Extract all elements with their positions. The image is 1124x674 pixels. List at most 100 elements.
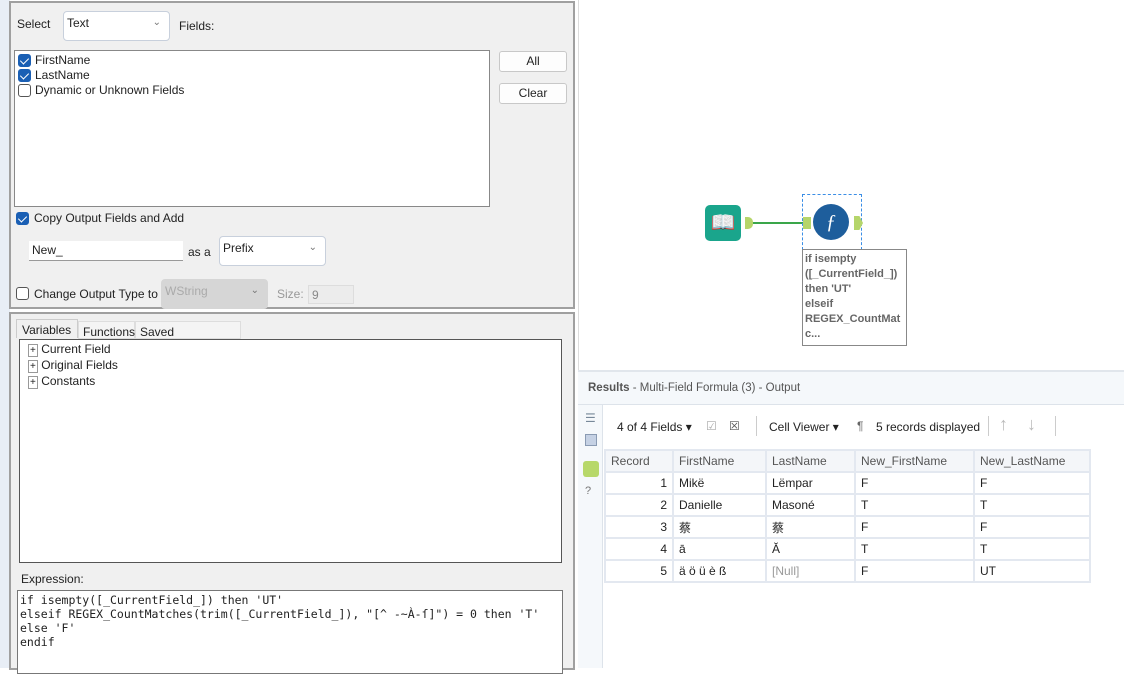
table-cell[interactable]: T	[854, 493, 975, 517]
output-type-value: WString	[165, 284, 208, 298]
table-cell[interactable]: T	[973, 493, 1091, 517]
table-cell[interactable]: UT	[973, 559, 1091, 583]
field-label: FirstName	[35, 53, 91, 67]
clear-button[interactable]: Clear	[499, 83, 567, 104]
cell-viewer-dropdown[interactable]: Cell Viewer ▾	[769, 420, 839, 434]
metadata-icon[interactable]	[585, 434, 597, 446]
fields-selector-label: 4 of 4 Fields	[617, 420, 683, 434]
column-header-firstname[interactable]: FirstName	[672, 449, 767, 473]
table-row[interactable]: 1 Mikë Lëmpar F F	[604, 471, 1091, 495]
expression-panel: Variables Functions Saved Expressions + …	[9, 312, 575, 674]
tree-label: Original Fields	[41, 358, 118, 372]
table-cell[interactable]: ā	[672, 537, 767, 561]
expand-icon[interactable]: +	[28, 360, 38, 373]
tree-item-original-fields[interactable]: + Original Fields	[28, 358, 118, 373]
all-button[interactable]: All	[499, 51, 567, 72]
table-row[interactable]: 5ä ö ü è ß [Null] F UT	[604, 559, 1091, 583]
table-cell[interactable]: 3	[604, 515, 674, 539]
table-cell[interactable]: 5	[604, 559, 674, 583]
column-header-new-firstname[interactable]: New_FirstName	[854, 449, 975, 473]
table-cell[interactable]: [Null]	[765, 559, 856, 583]
table-cell[interactable]: T	[854, 537, 975, 561]
expand-icon[interactable]: +	[28, 344, 38, 357]
divider	[988, 416, 989, 436]
chevron-down-icon: ⌄	[250, 285, 259, 296]
select-value: Text	[67, 16, 90, 30]
checkbox[interactable]	[18, 54, 31, 67]
table-cell[interactable]: 蔡	[765, 515, 856, 539]
table-cell[interactable]: Masoné	[765, 493, 856, 517]
fields-label: Fields:	[179, 19, 215, 33]
table-cell[interactable]: F	[854, 559, 975, 583]
prefix-type-value: Prefix	[223, 241, 254, 255]
input-data-tool-book-icon[interactable]: 📖	[705, 205, 741, 241]
tree-label: Constants	[41, 374, 96, 388]
list-icon[interactable]: ☰	[585, 411, 596, 425]
checkbox[interactable]	[18, 69, 31, 82]
tree-item-constants[interactable]: + Constants	[28, 374, 96, 389]
table-cell[interactable]: Ă	[765, 537, 856, 561]
expression-editor[interactable]: if isempty([_CurrentField_]) then 'UT' e…	[17, 590, 563, 674]
table-cell[interactable]: 4	[604, 537, 674, 561]
multi-field-formula-tool-icon[interactable]: ƒ	[813, 204, 849, 240]
table-cell[interactable]: Lëmpar	[765, 471, 856, 495]
variables-tree: + Current Field + Original Fields + Cons…	[19, 339, 562, 563]
field-label: LastName	[35, 68, 90, 82]
table-row[interactable]: 4āĂTT	[604, 537, 1091, 561]
table-cell[interactable]: F	[973, 471, 1091, 495]
pilcrow-icon[interactable]: ¶	[857, 419, 863, 433]
copy-output-label: Copy Output Fields and Add	[34, 211, 185, 225]
results-header: Results - Multi-Field Formula (3) - Outp…	[578, 370, 1124, 405]
tree-item-current-field[interactable]: + Current Field	[28, 342, 111, 357]
checkbox[interactable]	[18, 84, 31, 97]
change-type-label: Change Output Type to	[34, 287, 158, 301]
output-anchor[interactable]	[745, 217, 753, 229]
table-cell[interactable]: 1	[604, 471, 674, 495]
table-cell[interactable]: F	[854, 471, 975, 495]
select-label: Select	[17, 17, 51, 31]
arrow-up-icon[interactable]: ↑	[999, 414, 1008, 435]
table-cell[interactable]: F	[854, 515, 975, 539]
divider	[756, 416, 757, 436]
table-row[interactable]: 3蔡蔡FF	[604, 515, 1091, 539]
arrow-down-icon[interactable]: ↓	[1027, 414, 1036, 435]
tab-variables[interactable]: Variables	[16, 319, 78, 338]
workflow-canvas[interactable]: 📖 ƒ if isempty ([_CurrentField_]) then '…	[578, 0, 1124, 370]
select-type-dropdown[interactable]: Text ⌄	[63, 11, 170, 41]
table-cell[interactable]: 蔡	[672, 515, 767, 539]
table-cell[interactable]: F	[973, 515, 1091, 539]
output-type-dropdown[interactable]: WString ⌄	[161, 279, 268, 309]
column-header-record[interactable]: Record	[604, 449, 674, 473]
column-header-lastname[interactable]: LastName	[765, 449, 856, 473]
connection-line	[753, 222, 803, 224]
expand-icon[interactable]: +	[28, 376, 38, 389]
cell-viewer-label: Cell Viewer	[769, 420, 830, 434]
table-row[interactable]: 2 Danielle Masoné T T	[604, 493, 1091, 517]
field-label: Dynamic or Unknown Fields	[35, 83, 185, 97]
config-panel: Select Text ⌄ Fields: FirstName LastName …	[9, 1, 575, 309]
copy-output-checkbox[interactable]	[16, 212, 29, 225]
change-type-checkbox[interactable]	[16, 287, 29, 300]
column-header-new-lastname[interactable]: New_LastName	[973, 449, 1091, 473]
expression-label: Expression:	[21, 572, 84, 586]
prefix-input[interactable]: New_	[29, 241, 183, 261]
tree-label: Current Field	[41, 342, 111, 356]
table-cell[interactable]: 2	[604, 493, 674, 517]
table-cell[interactable]: Mikë	[672, 471, 767, 495]
tab-saved-expressions[interactable]: Saved Expressions	[135, 321, 241, 353]
table-cell[interactable]: Danielle	[672, 493, 767, 517]
fields-list[interactable]: FirstName LastName Dynamic or Unknown Fi…	[14, 50, 490, 207]
check-all-icon[interactable]: ☑	[706, 419, 717, 433]
input-anchor[interactable]	[803, 217, 811, 229]
help-icon[interactable]: ?	[585, 485, 591, 497]
uncheck-all-icon[interactable]: ☒	[729, 419, 740, 433]
table-cell[interactable]: T	[973, 537, 1091, 561]
tab-functions[interactable]: Functions	[78, 321, 135, 339]
size-input[interactable]: 9	[308, 285, 354, 304]
fields-selector[interactable]: 4 of 4 Fields ▾	[617, 420, 692, 434]
table-cell[interactable]: ä ö ü è ß	[672, 559, 767, 583]
prefix-type-dropdown[interactable]: Prefix ⌄	[219, 236, 326, 266]
chevron-down-icon: ⌄	[152, 17, 161, 28]
divider	[1055, 416, 1056, 436]
data-anchor-icon[interactable]	[583, 461, 599, 477]
